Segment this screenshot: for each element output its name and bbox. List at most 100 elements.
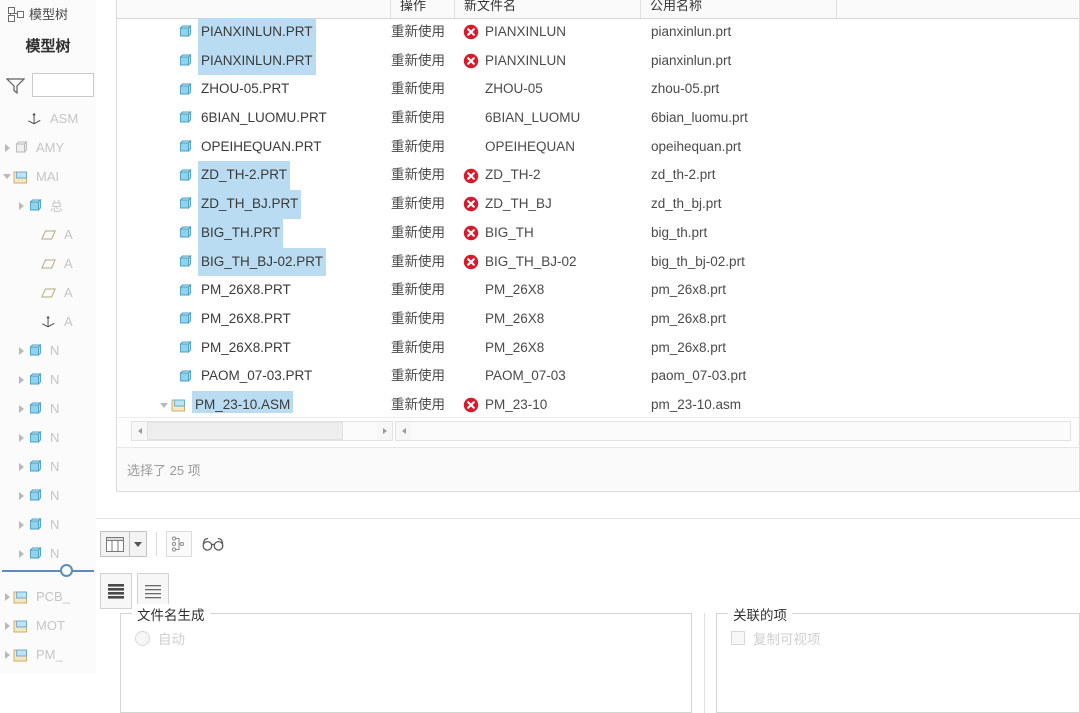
table-row[interactable]: 6BIAN_LUOMU.PRT 重新使用 6BIAN_LUOMU 6bian_luom… — [117, 104, 1079, 133]
cell-operation[interactable]: 重新使用 — [391, 362, 455, 391]
column-header-pubname[interactable]: 公用名称 — [641, 0, 837, 18]
cell-operation[interactable]: 重新使用 — [391, 133, 455, 162]
table-row[interactable]: BIG_TH.PRT 重新使用 BIG_TH big_th.prt — [117, 218, 1079, 248]
tree-node[interactable]: N — [0, 481, 96, 510]
row-collapse-arrow[interactable] — [157, 402, 171, 408]
cell-newname[interactable]: PM_26X8 — [463, 305, 649, 334]
tree-toggle[interactable] — [14, 549, 28, 558]
tree-node[interactable]: A — [0, 278, 96, 307]
scroll-track-left[interactable] — [147, 422, 377, 440]
copy-visible-option[interactable]: 复制可视项 — [731, 628, 821, 648]
cell-pubname[interactable]: 6bian_luomu.prt — [651, 104, 847, 133]
split-view-dropdown-button[interactable] — [130, 531, 147, 557]
cell-newname[interactable]: ZD_TH_BJ — [463, 190, 649, 219]
cell-newname[interactable]: BIG_TH — [463, 219, 649, 248]
cell-filename[interactable]: PM_26X8.PRT — [117, 334, 391, 363]
tree-toggle[interactable] — [0, 174, 14, 179]
tree-node[interactable]: A — [0, 307, 96, 336]
cell-filename[interactable]: 6BIAN_LUOMU.PRT — [117, 104, 391, 133]
tree-expand-arrow[interactable] — [18, 462, 24, 471]
model-tree-list-lower[interactable]: PCB_ MOT PM_ — [0, 582, 96, 669]
cell-filename[interactable]: OPEIHEQUAN.PRT — [117, 133, 391, 162]
column-header-extra[interactable] — [837, 0, 1079, 18]
tree-toggle[interactable] — [14, 346, 28, 355]
cell-operation[interactable]: 重新使用 — [391, 248, 455, 277]
cell-filename[interactable]: PAOM_07-03.PRT — [117, 362, 391, 391]
cell-filename[interactable]: ZD_TH_BJ.PRT — [117, 190, 391, 219]
tree-node[interactable]: N — [0, 336, 96, 365]
cell-pubname[interactable]: big_th.prt — [651, 219, 847, 248]
cell-filename[interactable]: PM_23-10.ASM — [117, 390, 391, 413]
tree-node[interactable]: ASM — [0, 104, 96, 133]
tree-expand-arrow[interactable] — [18, 375, 24, 384]
cell-operation[interactable]: 重新使用 — [391, 47, 455, 76]
cell-operation[interactable]: 重新使用 — [391, 75, 455, 104]
tree-node[interactable]: 总 — [0, 191, 96, 220]
table-row[interactable]: PAOM_07-03.PRT 重新使用 PAOM_07-03 paom_07-03.p… — [117, 362, 1079, 391]
cell-filename[interactable]: PIANXINLUN.PRT — [117, 18, 391, 47]
cell-operation[interactable]: 重新使用 — [391, 276, 455, 305]
tree-toggle[interactable] — [0, 650, 14, 659]
list-dense-button[interactable] — [100, 573, 132, 609]
tree-size-slider[interactable] — [0, 560, 96, 582]
table-row[interactable]: ZD_TH_BJ.PRT 重新使用 ZD_TH_BJ zd_th_bj.prt — [117, 190, 1079, 219]
cell-newname[interactable]: PM_26X8 — [463, 276, 649, 305]
tree-expand-arrow[interactable] — [4, 621, 10, 630]
tree-node[interactable]: MOT — [0, 611, 96, 640]
table-row[interactable]: PM_23-10.ASM 重新使用 PM_23-10 pm_23-10.asm — [117, 390, 1079, 413]
structure-tree-button[interactable] — [166, 531, 192, 557]
cell-pubname[interactable]: pm_26x8.prt — [651, 305, 847, 334]
cell-operation[interactable]: 重新使用 — [391, 161, 455, 190]
slider-knob[interactable] — [60, 564, 73, 577]
radio-icon[interactable] — [135, 630, 150, 646]
cell-newname[interactable]: ZHOU-05 — [463, 75, 649, 104]
tree-toggle[interactable] — [14, 491, 28, 500]
cell-filename[interactable]: PIANXINLUN.PRT — [117, 46, 391, 76]
tree-toggle[interactable] — [14, 375, 28, 384]
tree-toggle[interactable] — [14, 433, 28, 442]
tree-expand-arrow[interactable] — [4, 143, 10, 152]
tree-node[interactable]: N — [0, 452, 96, 481]
cell-pubname[interactable]: zd_th-2.prt — [651, 161, 847, 190]
horizontal-scrollbar-left[interactable] — [131, 421, 393, 441]
tree-node[interactable]: MAI — [0, 162, 96, 191]
tree-expand-arrow[interactable] — [4, 592, 10, 601]
cell-newname[interactable]: OPEIHEQUAN — [463, 133, 649, 162]
cell-filename[interactable]: BIG_TH_BJ-02.PRT — [117, 247, 391, 277]
cell-operation[interactable]: 重新使用 — [391, 219, 455, 248]
cell-operation[interactable]: 重新使用 — [391, 104, 455, 133]
model-tree-tab[interactable]: 模型树 — [0, 0, 96, 26]
tree-node[interactable]: A — [0, 249, 96, 278]
scroll-thumb-left[interactable] — [147, 422, 343, 440]
table-row[interactable]: PIANXINLUN.PRT 重新使用 PIANXINLUN pianxinlun.p… — [117, 18, 1079, 47]
cell-pubname[interactable]: pm_26x8.prt — [651, 276, 847, 305]
table-row[interactable]: ZD_TH-2.PRT 重新使用 ZD_TH-2 zd_th-2.prt — [117, 161, 1079, 191]
column-header-newname[interactable]: 新文件名 — [455, 0, 641, 18]
cell-filename[interactable]: BIG_TH.PRT — [117, 218, 391, 248]
scroll-left-button[interactable] — [132, 422, 147, 440]
horizontal-scrollbar-right[interactable] — [395, 421, 1071, 441]
cell-pubname[interactable]: pm_23-10.asm — [651, 391, 847, 413]
tree-expand-arrow[interactable] — [18, 346, 24, 355]
table-row[interactable]: PIANXINLUN.PRT 重新使用 PIANXINLUN pianxinlun.p… — [117, 46, 1079, 76]
cell-newname[interactable]: PM_26X8 — [463, 334, 649, 363]
cell-operation[interactable]: 重新使用 — [391, 305, 455, 334]
tree-expand-arrow[interactable] — [4, 650, 10, 659]
tree-toggle[interactable] — [14, 201, 28, 210]
tree-node[interactable]: N — [0, 365, 96, 394]
tree-node[interactable]: N — [0, 394, 96, 423]
tree-toggle[interactable] — [14, 520, 28, 529]
tree-node[interactable]: AMY — [0, 133, 96, 162]
cell-pubname[interactable]: pm_26x8.prt — [651, 334, 847, 363]
table-row[interactable]: OPEIHEQUAN.PRT 重新使用 OPEIHEQUAN opeihequan.p… — [117, 133, 1079, 162]
cell-newname[interactable]: PAOM_07-03 — [463, 362, 649, 391]
tree-collapse-arrow[interactable] — [3, 174, 11, 179]
cell-filename[interactable]: ZD_TH-2.PRT — [117, 161, 391, 191]
tree-node[interactable]: PM_ — [0, 640, 96, 669]
tree-toggle[interactable] — [0, 592, 14, 601]
table-body[interactable]: PIANXINLUN.PRT 重新使用 PIANXINLUN pianxinlun.p… — [117, 18, 1079, 413]
column-header-file[interactable] — [117, 0, 391, 18]
checkbox-icon[interactable] — [731, 631, 745, 645]
tree-expand-arrow[interactable] — [18, 520, 24, 529]
cell-newname[interactable]: PM_23-10 — [463, 391, 649, 413]
